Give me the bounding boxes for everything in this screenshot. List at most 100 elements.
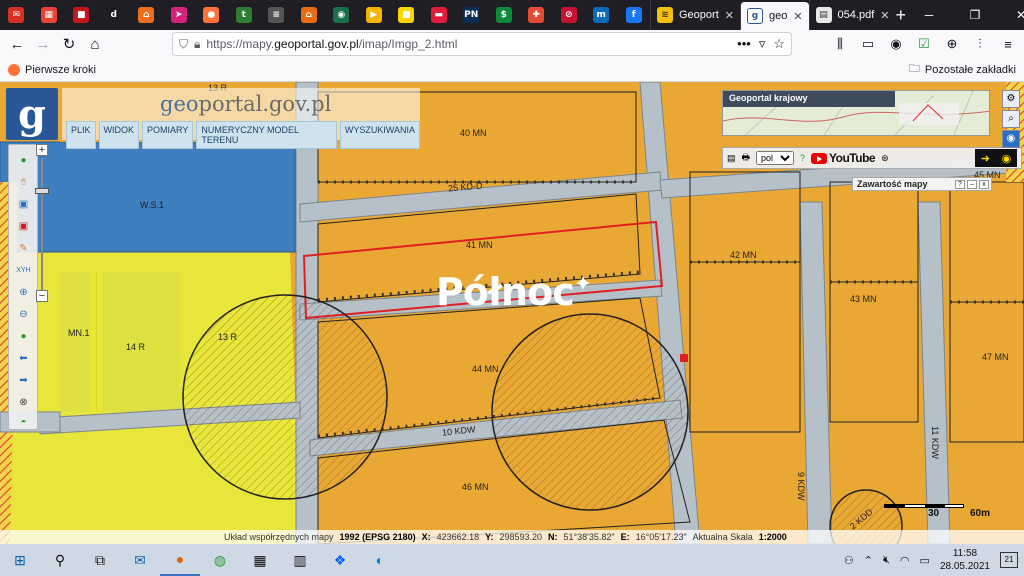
windows-start-icon[interactable]: ⊞ xyxy=(0,544,40,576)
menu-icon[interactable]: ≡ xyxy=(996,32,1020,56)
pinned-tab[interactable]: ▬ xyxy=(423,0,456,30)
pinned-tab[interactable]: ◉ xyxy=(325,0,358,30)
compass-icon[interactable]: ⊗ xyxy=(15,395,32,410)
keyboard-icon[interactable]: ▭ xyxy=(920,554,930,567)
select-area-icon[interactable]: ▣ xyxy=(15,197,32,212)
firefox-taskbar-icon[interactable]: ● xyxy=(160,544,200,576)
restore-icon[interactable]: ❐ xyxy=(952,0,998,30)
back-button[interactable]: ← xyxy=(4,32,30,56)
layers-settings-icon[interactable]: ⚙ xyxy=(1002,90,1020,108)
xyh-icon[interactable]: XYH xyxy=(15,263,32,278)
close-icon[interactable]: ✕ xyxy=(725,9,734,22)
forward-button[interactable]: → xyxy=(30,32,56,56)
print-icon[interactable]: 🖶︎ xyxy=(742,150,751,166)
search-icon[interactable]: ⚲ xyxy=(40,544,80,576)
pinned-tab[interactable]: ≡ xyxy=(260,0,293,30)
shield-icon[interactable]: ⛉ xyxy=(179,37,188,52)
minimize-icon[interactable]: ─ xyxy=(906,0,952,30)
star-icon[interactable]: ☆ xyxy=(773,36,785,52)
store-icon[interactable]: ▦ xyxy=(240,544,280,576)
tab-geo-active[interactable]: g geo ✕ xyxy=(739,2,809,30)
pinned-tab[interactable]: ● xyxy=(195,0,228,30)
tab-pdf[interactable]: ▤ 054.pdf ✕ xyxy=(808,0,896,30)
arrow-left-icon[interactable]: ⬅ xyxy=(15,351,32,366)
pinned-tab[interactable]: ✉ xyxy=(0,0,33,30)
pinned-tab[interactable]: ▦ xyxy=(33,0,66,30)
pinned-tab[interactable]: ■ xyxy=(65,0,98,30)
zoom-slider[interactable]: + − xyxy=(34,144,50,304)
pinned-tab[interactable]: ⌂ xyxy=(130,0,163,30)
pinned-tab[interactable]: f xyxy=(618,0,651,30)
clock[interactable]: 11:58 28.05.2021 xyxy=(940,547,990,573)
youtube-button[interactable]: YouTube xyxy=(811,151,876,165)
zoom-plus-button[interactable]: + xyxy=(36,144,48,156)
bookmark-pierwsze-kroki[interactable]: Pierwsze kroki xyxy=(8,63,96,76)
more-icon[interactable]: ••• xyxy=(737,36,751,52)
zoom-extension-icon[interactable]: ⊕ xyxy=(940,32,964,56)
pencil-icon[interactable]: ✎ xyxy=(15,241,32,256)
pinned-tab[interactable]: m xyxy=(585,0,618,30)
content-panel-header[interactable]: Zawartość mapy ? – x xyxy=(852,177,992,191)
extension-bars-icon[interactable]: ⫶ xyxy=(968,32,992,56)
panel-minimize-button[interactable]: – xyxy=(967,179,977,189)
notifications-icon[interactable]: 21 xyxy=(1000,552,1018,568)
edge-icon[interactable]: ◐ xyxy=(360,544,400,576)
language-select[interactable]: pol xyxy=(756,151,795,165)
panel-help-button[interactable]: ? xyxy=(955,179,965,189)
task-view-icon[interactable]: ⧉ xyxy=(80,544,120,576)
close-icon[interactable]: ✕ xyxy=(880,9,889,22)
geoportal-logo[interactable]: g xyxy=(6,88,58,140)
help-icon[interactable]: ? xyxy=(800,153,805,163)
legend-icon[interactable]: ▤ xyxy=(727,153,736,164)
url-bar[interactable]: ⛉ 🔒︎ https://mapy.geoportal.gov.pl/imap/… xyxy=(172,32,792,56)
menu-nmt[interactable]: NUMERYCZNY MODEL TERENU xyxy=(196,121,337,149)
pinned-tab[interactable]: ■ xyxy=(390,0,423,30)
calculator-icon[interactable]: ▥ xyxy=(280,544,320,576)
arrow-right-icon[interactable]: ➡ xyxy=(15,373,32,388)
menu-pomiary[interactable]: POMIARY xyxy=(142,121,194,149)
search-icon[interactable]: ⌕ xyxy=(1002,110,1020,128)
pinned-tab[interactable]: ⊘ xyxy=(553,0,586,30)
reload-button[interactable]: ↻ xyxy=(56,32,82,56)
info-icon[interactable]: ● xyxy=(15,153,32,168)
pocket-icon[interactable]: ▿ xyxy=(759,36,766,52)
zoom-knob[interactable] xyxy=(35,188,49,194)
pinned-tab[interactable]: PN xyxy=(455,0,488,30)
menu-plik[interactable]: PLIK xyxy=(66,121,96,149)
volume-muted-icon[interactable]: 🔇︎ xyxy=(883,554,890,567)
pan-hand-icon[interactable]: ✋︎ xyxy=(15,175,32,190)
extension-check-icon[interactable]: ☑ xyxy=(912,32,936,56)
pinned-tab[interactable]: ▶ xyxy=(358,0,391,30)
wifi-icon[interactable]: ◠ xyxy=(900,554,910,567)
close-icon[interactable]: ✕ xyxy=(793,10,802,23)
home-button[interactable]: ⌂ xyxy=(82,32,108,56)
globe-icon[interactable]: ● xyxy=(15,329,32,344)
pinned-tab[interactable]: d xyxy=(98,0,131,30)
map-canvas[interactable]: 13 R 40 MN 45 MN W.S.1 25 KD-D 41 MN 42 … xyxy=(0,82,1024,544)
lock-icon[interactable]: 🔒︎ xyxy=(194,37,200,52)
chrome-icon[interactable]: ◍ xyxy=(200,544,240,576)
new-tab-button[interactable]: + xyxy=(895,0,906,30)
sidebar-icon[interactable]: ▭ xyxy=(856,32,880,56)
bookmark-other[interactable]: 🗀︎ Pozostałe zakładki xyxy=(909,60,1016,79)
chevron-up-icon[interactable]: ⌃ xyxy=(864,554,873,567)
pinned-tab[interactable]: ⌂ xyxy=(293,0,326,30)
zoom-out-icon[interactable]: ⊖ xyxy=(15,307,32,322)
menu-wyszukiwania[interactable]: WYSZUKIWANIA xyxy=(339,121,420,149)
settings-wheel-icon[interactable]: ⊛ xyxy=(881,153,889,164)
panel-close-button[interactable]: x xyxy=(979,179,989,189)
view-eye-icon[interactable]: ◉ xyxy=(1002,130,1020,148)
select-red-icon[interactable]: ▣ xyxy=(15,219,32,234)
zoom-in-icon[interactable]: ⊕ xyxy=(15,285,32,300)
close-window-icon[interactable]: ✕ xyxy=(998,0,1024,30)
tab-geoportal[interactable]: ≋ Geoport ✕ xyxy=(650,0,740,30)
pinned-tab[interactable]: t xyxy=(228,0,261,30)
pinned-tab[interactable]: ✚ xyxy=(520,0,553,30)
library-icon[interactable]: ⫼ xyxy=(828,32,852,56)
pinned-tab[interactable]: ➤ xyxy=(163,0,196,30)
dropbox-icon[interactable]: ❖ xyxy=(320,544,360,576)
overview-map[interactable]: Geoportal krajowy xyxy=(722,90,990,136)
zoom-minus-button[interactable]: − xyxy=(36,290,48,302)
wms-icon[interactable]: ◓ xyxy=(15,415,32,430)
people-icon[interactable]: ⚇ xyxy=(844,554,854,567)
